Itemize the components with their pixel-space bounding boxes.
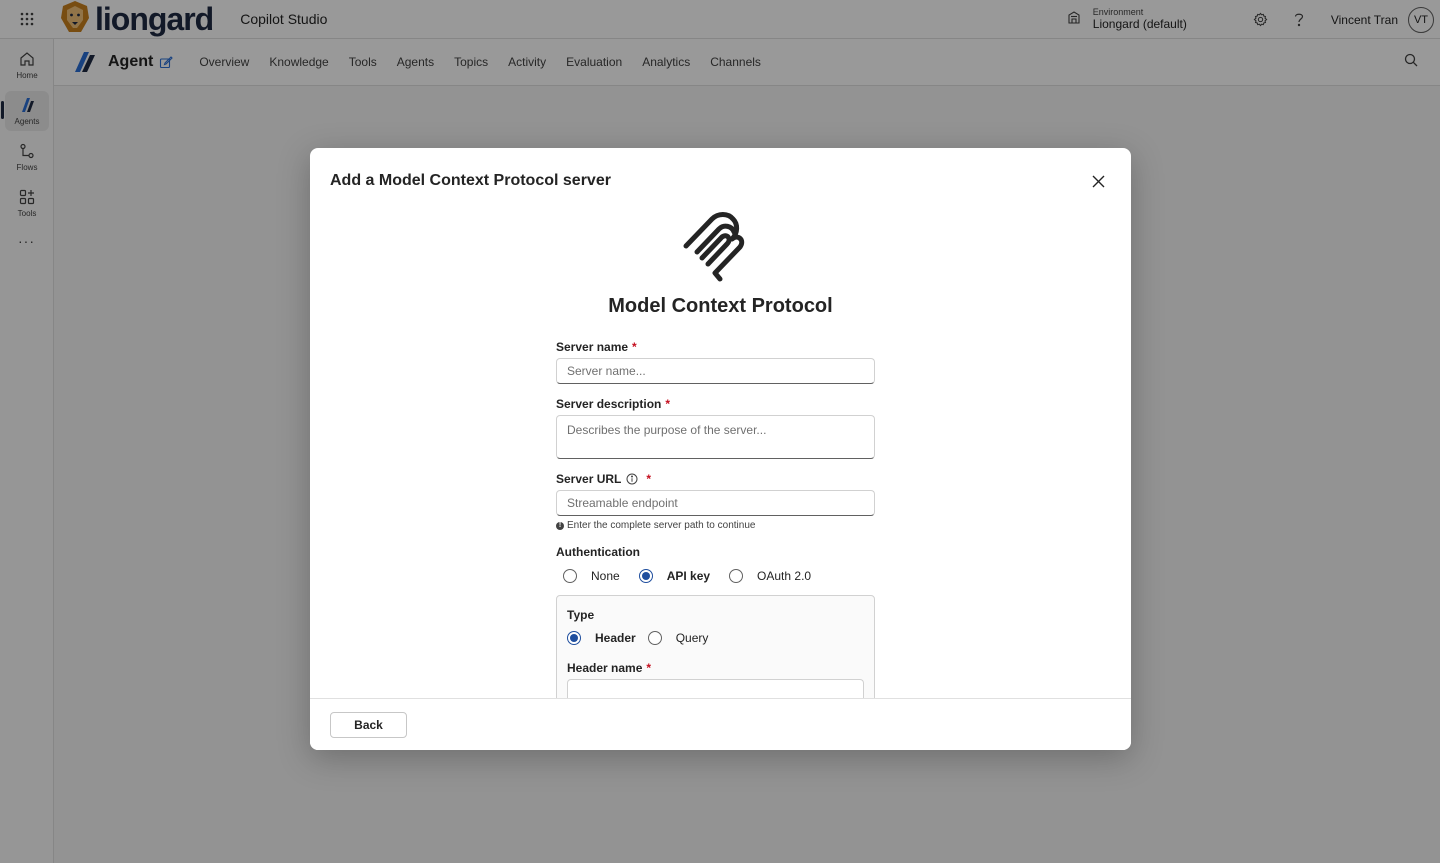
dialog-title: Add a Model Context Protocol server bbox=[330, 172, 611, 189]
auth-option-none-label: None bbox=[591, 569, 620, 583]
radio-checked-icon[interactable] bbox=[567, 631, 581, 645]
server-name-input[interactable] bbox=[556, 358, 875, 384]
mcp-logo-icon bbox=[682, 210, 748, 289]
required-marker: * bbox=[665, 397, 671, 411]
dialog-body[interactable]: Model Context Protocol Server name * Ser… bbox=[310, 208, 1131, 698]
auth-option-oauth-label: OAuth 2.0 bbox=[757, 569, 812, 583]
server-description-label: Server description * bbox=[556, 397, 875, 411]
radio-unchecked-icon[interactable] bbox=[563, 569, 577, 583]
back-button[interactable]: Back bbox=[330, 712, 407, 738]
type-label: Type bbox=[567, 608, 595, 622]
api-key-settings-panel: Type Header Query Header name * bbox=[556, 595, 875, 698]
type-option-query-label: Query bbox=[675, 631, 709, 645]
close-icon[interactable] bbox=[1089, 172, 1107, 190]
mcp-form: Server name * Server description * Serve… bbox=[556, 340, 875, 698]
auth-option-oauth[interactable]: OAuth 2.0 bbox=[722, 569, 811, 583]
authentication-radio-group: None API key OAuth 2.0 bbox=[556, 569, 875, 583]
server-description-input[interactable] bbox=[556, 415, 875, 459]
server-url-label-text: Server URL bbox=[556, 472, 622, 486]
type-option-query[interactable]: Query bbox=[647, 631, 709, 645]
auth-option-api-key-label: API key bbox=[666, 569, 711, 583]
dialog-footer: Back bbox=[310, 698, 1131, 750]
radio-checked-icon[interactable] bbox=[638, 569, 653, 583]
header-name-label: Header name * bbox=[567, 661, 864, 675]
auth-option-none[interactable]: None bbox=[556, 569, 620, 583]
required-marker: * bbox=[632, 340, 637, 354]
header-name-label-text: Header name bbox=[567, 661, 643, 675]
server-url-hint: ! Enter the complete server path to cont… bbox=[556, 520, 875, 531]
radio-unchecked-icon[interactable] bbox=[729, 569, 744, 583]
server-url-input[interactable] bbox=[556, 490, 875, 516]
authentication-label: Authentication bbox=[556, 545, 640, 559]
radio-unchecked-icon[interactable] bbox=[647, 631, 662, 645]
required-marker: * bbox=[646, 661, 652, 675]
type-radio-group: Header Query bbox=[567, 631, 864, 645]
required-marker: * bbox=[646, 472, 652, 486]
mcp-heading: Model Context Protocol bbox=[608, 295, 833, 317]
type-option-header[interactable]: Header bbox=[567, 631, 636, 645]
server-url-label: Server URL * bbox=[556, 472, 875, 486]
type-option-header-label: Header bbox=[595, 631, 636, 645]
add-mcp-server-dialog: Add a Model Context Protocol server Mode… bbox=[310, 148, 1131, 750]
info-icon[interactable] bbox=[626, 473, 638, 485]
header-name-input[interactable] bbox=[567, 679, 864, 698]
server-name-label: Server name * bbox=[556, 340, 875, 354]
auth-option-api-key[interactable]: API key bbox=[632, 569, 710, 583]
server-url-hint-text: Enter the complete server path to contin… bbox=[567, 520, 756, 531]
info-filled-icon: ! bbox=[556, 521, 564, 530]
server-name-label-text: Server name bbox=[556, 340, 629, 354]
server-description-label-text: Server description bbox=[556, 397, 662, 411]
